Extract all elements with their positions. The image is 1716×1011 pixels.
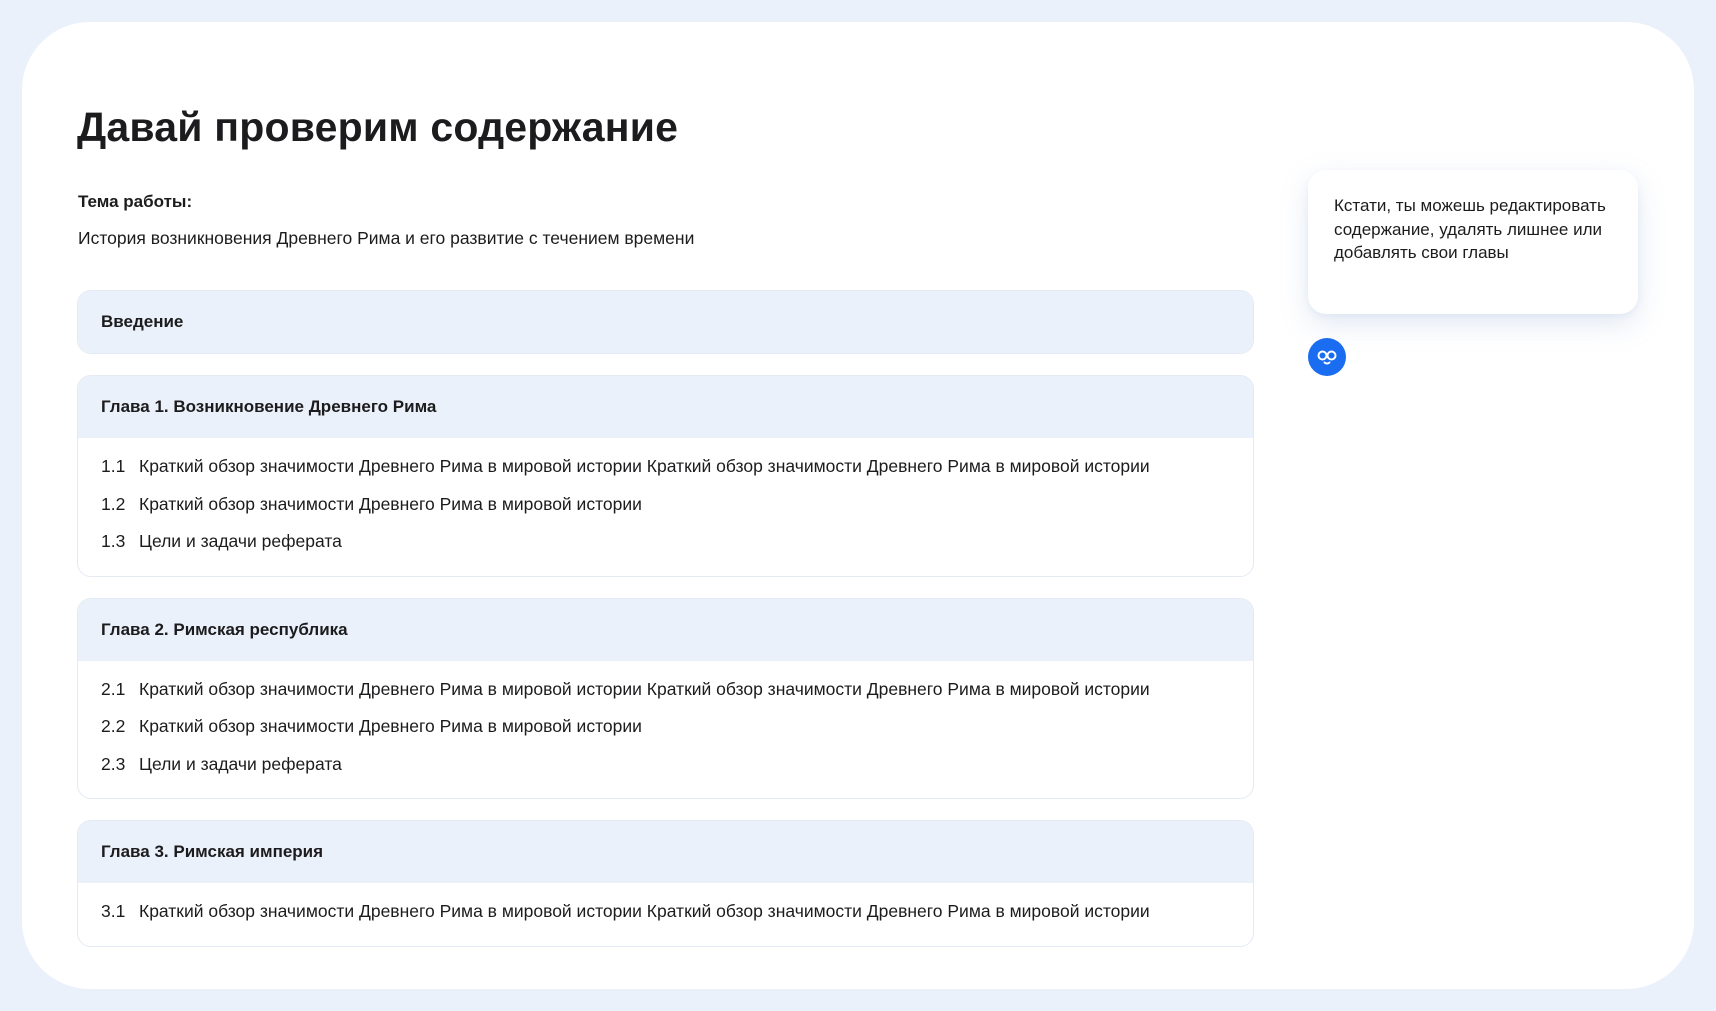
item-number: 2.3 [101, 753, 126, 774]
item-text[interactable]: Краткий обзор значимости Древнего Рима в… [139, 493, 1179, 517]
assistant-avatar[interactable] [1308, 338, 1346, 376]
item-number: 2.2 [101, 716, 126, 736]
topic-label: Тема работы: [78, 192, 193, 211]
chapter-items: 2.1 Краткий обзор значимости Древнего Ри… [78, 661, 1253, 799]
chapter-title[interactable]: Глава 1. Возникновение Древнего Рима [78, 376, 1253, 438]
item-number: 1.3 [101, 531, 126, 551]
intro-card[interactable]: Введение [77, 290, 1254, 354]
item-text[interactable]: Краткий обзор значимости Древнего Рима в… [139, 678, 1179, 702]
item-text[interactable]: Краткий обзор значимости Древнего Рима в… [139, 715, 1179, 739]
list-item[interactable]: 1.3 Цели и задачи реферата [101, 530, 1230, 554]
topic-value[interactable]: История возникновения Древнего Рима и ег… [78, 228, 694, 249]
chapter-card[interactable]: Глава 2. Римская республика 2.1 Краткий … [77, 597, 1254, 799]
assistant-logo-icon [1317, 350, 1337, 365]
chapter-title[interactable]: Глава 3. Римская империя [78, 821, 1253, 883]
list-item[interactable]: 2.2 Краткий обзор значимости Древнего Ри… [101, 715, 1230, 739]
item-text[interactable]: Цели и задачи реферата [139, 753, 1179, 777]
intro-title[interactable]: Введение [78, 291, 1253, 353]
item-number: 3.1 [101, 901, 126, 921]
page-title: Давай проверим содержание [77, 104, 679, 150]
list-item[interactable]: 3.1 Краткий обзор значимости Древнего Ри… [101, 900, 1230, 924]
item-number: 2.1 [101, 678, 126, 699]
list-item[interactable]: 1.2 Краткий обзор значимости Древнего Ри… [101, 493, 1230, 517]
list-item[interactable]: 2.3 Цели и задачи реферата [101, 753, 1230, 777]
main-panel: Давай проверим содержание Тема работы: И… [22, 22, 1694, 989]
item-text[interactable]: Краткий обзор значимости Древнего Рима в… [139, 900, 1179, 924]
list-item[interactable]: 1.1 Краткий обзор значимости Древнего Ри… [101, 455, 1230, 479]
chapter-items: 1.1 Краткий обзор значимости Древнего Ри… [78, 438, 1253, 576]
table-of-contents: Введение Глава 1. Возникновение Древнего… [77, 290, 1254, 968]
item-number: 1.1 [101, 456, 126, 476]
item-text[interactable]: Цели и задачи реферата [139, 530, 1179, 554]
chapter-card[interactable]: Глава 3. Римская империя 3.1 Краткий обз… [77, 820, 1254, 947]
item-number: 1.2 [101, 493, 126, 514]
list-item[interactable]: 2.1 Краткий обзор значимости Древнего Ри… [101, 678, 1230, 702]
chapter-card[interactable]: Глава 1. Возникновение Древнего Рима 1.1… [77, 375, 1254, 577]
chapter-items: 3.1 Краткий обзор значимости Древнего Ри… [78, 883, 1253, 946]
chapter-title[interactable]: Глава 2. Римская республика [78, 598, 1253, 661]
assistant-tip-bubble: Кстати, ты можешь редактировать содержан… [1308, 170, 1638, 314]
item-text[interactable]: Краткий обзор значимости Древнего Рима в… [139, 455, 1179, 479]
